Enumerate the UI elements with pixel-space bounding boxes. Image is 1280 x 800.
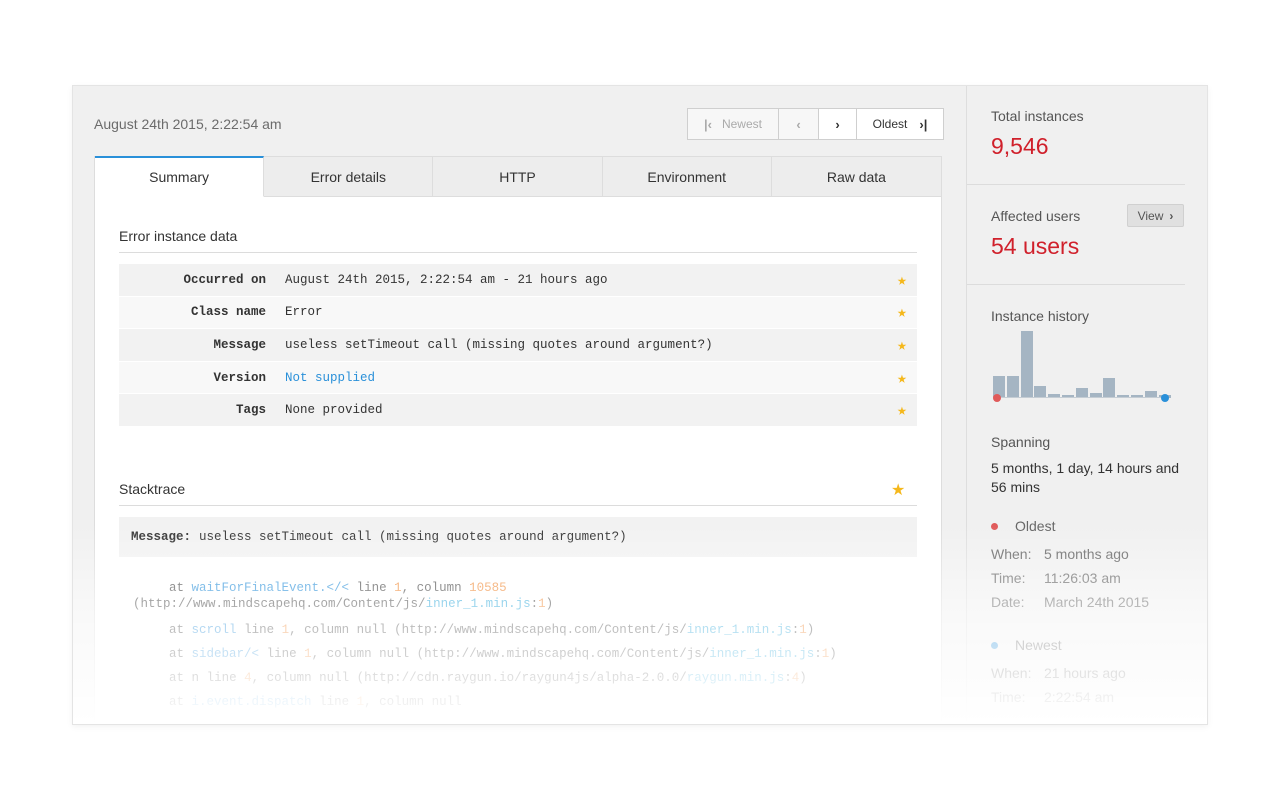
content-panel: Summary Error details HTTP Environment R… (94, 156, 942, 724)
stack-frame-url: (http://www.mindscapehq.com/Content/js/i… (133, 597, 554, 611)
tab-error-details[interactable]: Error details (264, 156, 434, 197)
row-label: Class name (190, 305, 266, 320)
stack-frame: at n line 4, column null (http://cdn.ray… (169, 671, 807, 685)
table-row: Occurred on August 24th 2015, 2:22:54 am… (119, 264, 917, 297)
stacktrace-section-title: Stacktrace (119, 481, 186, 497)
total-instances-label: Total instances (991, 108, 1084, 124)
skip-last-icon: ›| (919, 116, 928, 132)
newest-legend: Newest (991, 637, 1062, 653)
oldest-marker-dot (993, 394, 1001, 402)
frame-function: i.event.dispatch (191, 695, 312, 709)
row-value: August 24th 2015, 2:22:54 am - 21 hours … (285, 272, 608, 287)
row-label: Version (213, 370, 266, 385)
sidebar-divider (967, 284, 1185, 285)
oldest-legend: Oldest (991, 518, 1055, 534)
newest-marker-dot (1161, 394, 1169, 402)
history-bar (1103, 377, 1116, 398)
oldest-time: Time: 11:26:03 am (991, 570, 1121, 586)
version-link[interactable]: Not supplied (285, 371, 887, 385)
main-column: August 24th 2015, 2:22:54 am |‹ Newest ‹… (73, 86, 966, 724)
history-bar (1020, 331, 1033, 398)
affected-users-label: Affected users (991, 208, 1081, 224)
instance-pager: |‹ Newest ‹ › Oldest ›| (687, 108, 944, 140)
stacktrace-message: Message: useless setTimeout call (missin… (119, 517, 917, 557)
section-divider (119, 505, 917, 506)
previous-button[interactable]: ‹ (779, 109, 819, 139)
row-label: Tags (235, 403, 266, 418)
view-label: View (1137, 208, 1164, 223)
star-icon[interactable]: ★ (887, 335, 917, 355)
sidebar-divider (967, 184, 1185, 185)
row-value: None provided (285, 403, 383, 418)
next-button[interactable]: › (819, 109, 857, 139)
star-icon[interactable]: ★ (891, 480, 905, 500)
newest-dot-icon (991, 641, 998, 649)
history-bar (1006, 376, 1019, 398)
frame-function: waitForFinalEvent.</< (191, 581, 350, 595)
section-divider (119, 252, 917, 253)
row-label: Message (213, 337, 266, 352)
instance-section-title: Error instance data (119, 228, 238, 244)
row-value: Error (285, 305, 323, 320)
chevron-right-icon: › (835, 116, 840, 132)
tab-bar: Summary Error details HTTP Environment R… (95, 156, 942, 197)
star-icon[interactable]: ★ (887, 302, 917, 322)
skip-first-icon: |‹ (704, 116, 712, 132)
error-instance-card: August 24th 2015, 2:22:54 am |‹ Newest ‹… (72, 85, 1208, 725)
stack-frame: at sidebar/< line 1, column null (http:/… (169, 647, 837, 661)
oldest-dot-icon (991, 522, 998, 530)
message-text: useless setTimeout call (missing quotes … (199, 530, 627, 544)
table-row: Tags None provided ★ (119, 394, 917, 427)
star-icon[interactable]: ★ (887, 270, 917, 290)
star-icon[interactable]: ★ (887, 368, 917, 388)
table-row: Class name Error ★ (119, 296, 917, 330)
newest-label: Newest (721, 117, 762, 131)
message-label: Message: (131, 530, 192, 544)
tab-raw-data[interactable]: Raw data (771, 156, 942, 197)
instance-data-table: Occurred on August 24th 2015, 2:22:54 am… (119, 264, 917, 427)
oldest-date: Date: March 24th 2015 (991, 594, 1150, 610)
oldest-button[interactable]: Oldest ›| (857, 109, 943, 139)
sidebar: Total instances 9,546 Affected users Vie… (966, 86, 1207, 724)
oldest-label: Oldest (872, 117, 908, 131)
stacktrace-lines: at waitForFinalEvent.</< line 1, column … (119, 576, 917, 714)
star-icon[interactable]: ★ (887, 400, 917, 420)
view-users-button[interactable]: View › (1127, 204, 1184, 227)
instance-history-label: Instance history (991, 308, 1090, 324)
tab-summary[interactable]: Summary (95, 156, 265, 197)
newest-button[interactable]: |‹ Newest (688, 109, 779, 139)
oldest-when: When: 5 months ago (991, 546, 1129, 562)
frame-function: n (191, 671, 200, 685)
spanning-label: Spanning (991, 434, 1051, 450)
affected-users-value: 54 users (991, 233, 1080, 259)
history-baseline (993, 397, 1163, 398)
spanning-value: 5 months, 1 day, 14 hours and 56 mins (991, 460, 1180, 495)
chevron-right-icon: › (1169, 208, 1174, 223)
newest-when: When: 21 hours ago (991, 665, 1126, 681)
total-instances-value: 9,546 (991, 133, 1049, 159)
row-label: Occurred on (183, 272, 266, 287)
frame-function: sidebar/< (191, 647, 260, 661)
table-row: Message useless setTimeout call (missing… (119, 329, 917, 362)
table-row: Version Not supplied ★ (119, 361, 917, 395)
stack-frame: at i.event.dispatch line 1, column null (169, 695, 462, 709)
chevron-left-icon: ‹ (796, 116, 801, 132)
tab-http[interactable]: HTTP (433, 156, 603, 197)
row-value: useless setTimeout call (missing quotes … (285, 337, 713, 352)
instance-date-title: August 24th 2015, 2:22:54 am (94, 116, 282, 132)
newest-time: Time: 2:22:54 am (991, 689, 1115, 705)
stack-frame: at scroll line 1, column null (http://ww… (169, 623, 815, 637)
tab-environment[interactable]: Environment (602, 156, 772, 197)
frame-function: scroll (191, 623, 237, 637)
